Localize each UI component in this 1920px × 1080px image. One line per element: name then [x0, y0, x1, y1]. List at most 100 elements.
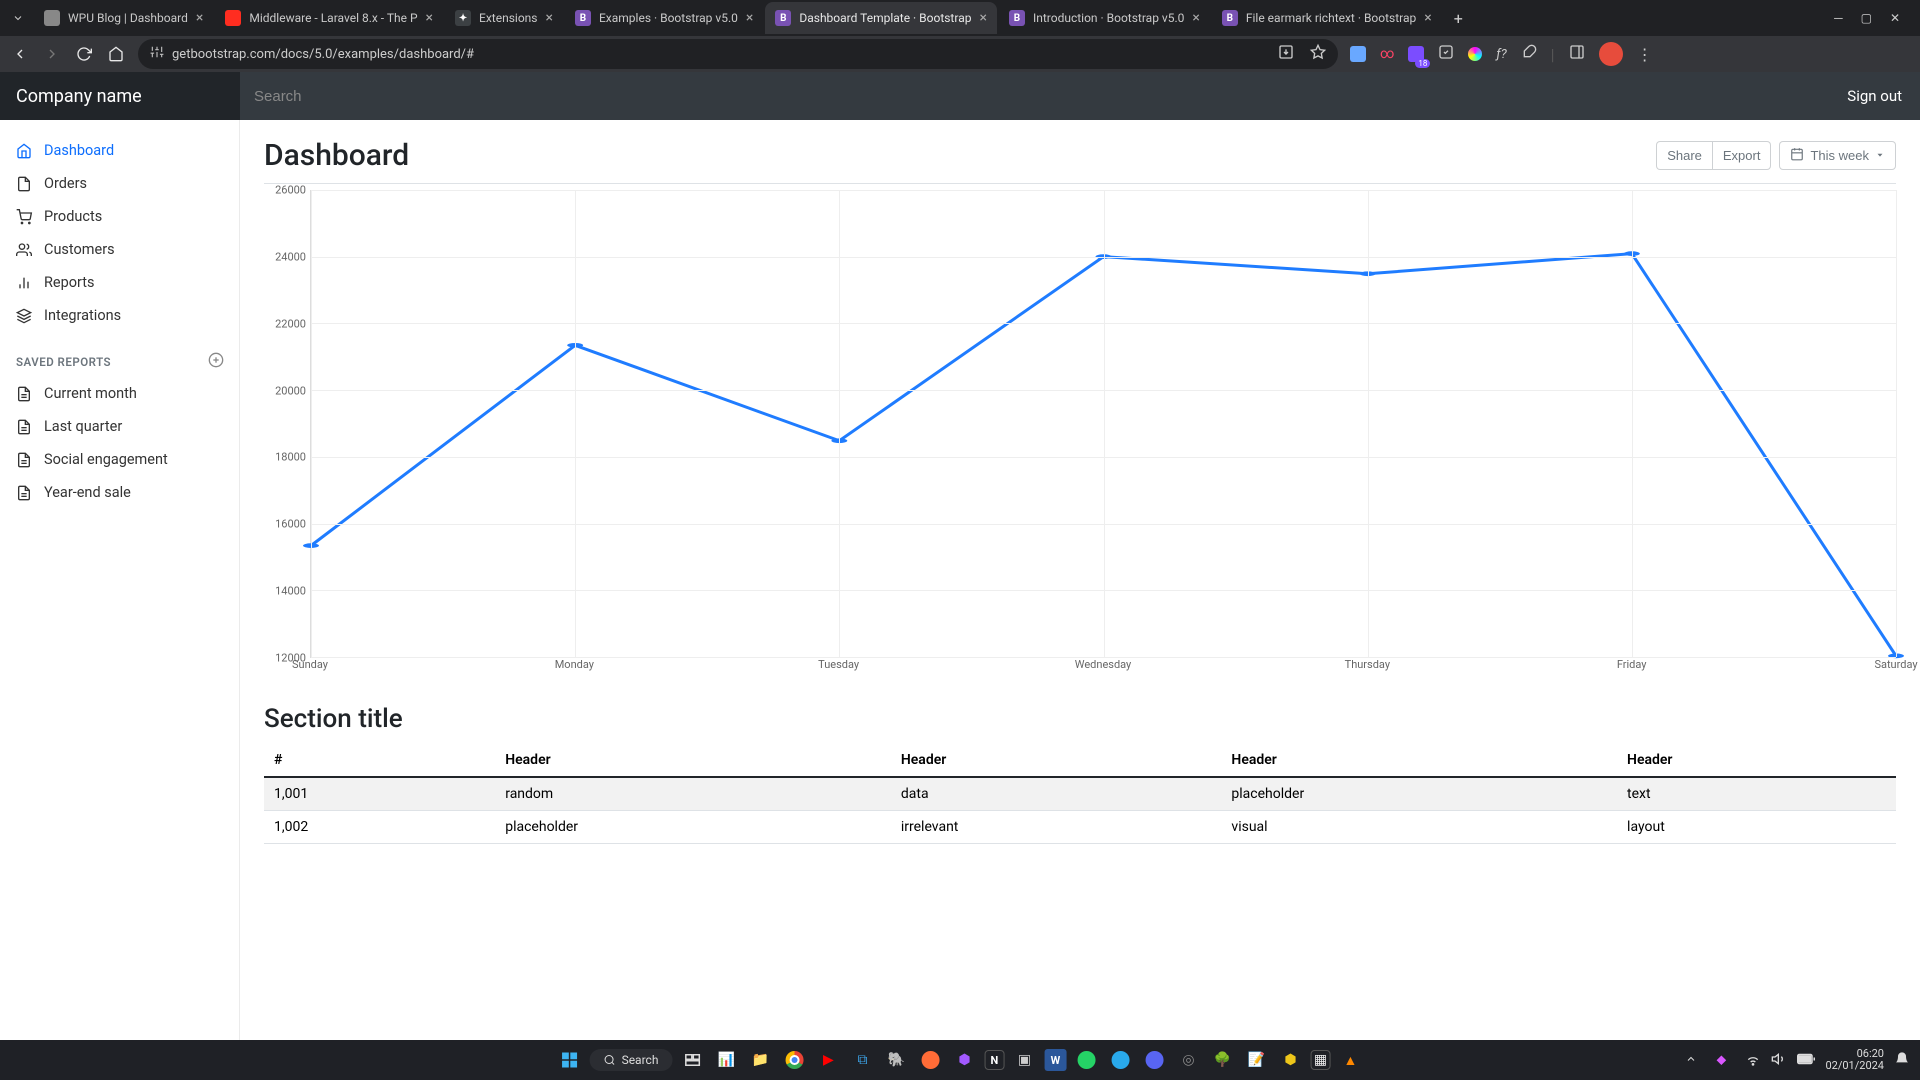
sidebar-item-reports[interactable]: Reports [0, 266, 240, 299]
table-header: Header [1617, 744, 1896, 777]
taskbar-app-icon[interactable]: 🌳 [1208, 1046, 1236, 1074]
profile-avatar[interactable] [1599, 42, 1623, 66]
back-button[interactable] [10, 44, 30, 64]
close-tab-icon[interactable]: × [1424, 10, 1431, 26]
sidebar-item-dashboard[interactable]: Dashboard [0, 134, 240, 167]
window-close[interactable]: ✕ [1890, 11, 1900, 25]
chrome-icon[interactable] [780, 1046, 808, 1074]
sidebar-item-integrations[interactable]: Integrations [0, 299, 240, 332]
close-tab-icon[interactable]: × [1192, 10, 1199, 26]
cart-icon [16, 209, 32, 225]
postman-icon[interactable] [916, 1046, 944, 1074]
section-title: Section title [264, 704, 1896, 734]
terminal-icon[interactable]: ▣ [1010, 1046, 1038, 1074]
export-button[interactable]: Export [1712, 141, 1772, 170]
close-tab-icon[interactable]: × [979, 10, 986, 26]
extension-icon[interactable]: ƒ? [1496, 47, 1506, 62]
home-button[interactable] [106, 44, 126, 64]
brand[interactable]: Company name [0, 86, 240, 107]
table-header: # [264, 744, 495, 777]
extensions-menu-icon[interactable] [1521, 44, 1537, 64]
vscode-icon[interactable]: ⧉ [848, 1046, 876, 1074]
share-button[interactable]: Share [1656, 141, 1712, 170]
table-header: Header [495, 744, 891, 777]
sidebar: Dashboard Orders ProductsCustomersReports I… [0, 120, 240, 1040]
taskbar-app-icon[interactable]: 🐘 [882, 1046, 910, 1074]
close-tab-icon[interactable]: × [426, 10, 433, 26]
extension-icon[interactable] [1468, 47, 1482, 61]
whatsapp-icon[interactable] [1072, 1046, 1100, 1074]
tray-app-icon[interactable]: ⬥ [1707, 1046, 1735, 1074]
sidebar-saved-report[interactable]: Current month [0, 377, 240, 410]
browser-tab[interactable]: ✦Extensions× [445, 2, 563, 34]
address-bar[interactable]: getbootstrap.com/docs/5.0/examples/dashb… [138, 39, 1338, 69]
table-row: 1,001randomdataplaceholdertext [264, 777, 1896, 811]
taskbar-app-icon[interactable]: 📊 [712, 1046, 740, 1074]
youtube-icon[interactable]: ▶ [814, 1046, 842, 1074]
file-icon [16, 176, 32, 192]
taskbar-app-icon[interactable]: ⬢ [1276, 1046, 1304, 1074]
battery-icon[interactable] [1797, 1053, 1815, 1068]
window-maximize[interactable]: ▢ [1861, 11, 1872, 25]
date-range-dropdown[interactable]: This week [1779, 141, 1896, 170]
notepad-icon[interactable]: 📝 [1242, 1046, 1270, 1074]
sidebar-item-label: Dashboard [44, 142, 114, 159]
browser-tab[interactable]: BIntroduction · Bootstrap v5.0× [999, 2, 1210, 34]
chevron-down-icon [1875, 148, 1885, 163]
wifi-icon[interactable] [1745, 1051, 1761, 1070]
chrome-menu-icon[interactable]: ⋮ [1637, 45, 1653, 64]
sidebar-item-products[interactable]: Products [0, 200, 240, 233]
signout-link[interactable]: Sign out [1829, 72, 1920, 120]
window-minimize[interactable]: ─ [1834, 11, 1843, 25]
sidebar-saved-report[interactable]: Social engagement [0, 443, 240, 476]
sidebar-saved-report[interactable]: Last quarter [0, 410, 240, 443]
taskbar-app-icon[interactable]: ▦ [1310, 1050, 1330, 1070]
add-report-icon[interactable] [208, 352, 224, 371]
users-icon [16, 242, 32, 258]
site-settings-icon[interactable] [150, 45, 164, 63]
table-header: Header [891, 744, 1222, 777]
discord-icon[interactable] [1140, 1046, 1168, 1074]
sidebar-item-orders[interactable]: Orders [0, 167, 240, 200]
sidebar-saved-report[interactable]: Year-end sale [0, 476, 240, 509]
telegram-icon[interactable] [1106, 1046, 1134, 1074]
sidebar-item-customers[interactable]: Customers [0, 233, 240, 266]
tabs-dropdown[interactable] [6, 6, 30, 30]
figma-icon[interactable]: ⬢ [950, 1046, 978, 1074]
vlc-icon[interactable]: ▲ [1336, 1046, 1364, 1074]
tray-chevron-icon[interactable] [1685, 1053, 1697, 1068]
reload-button[interactable] [74, 44, 94, 64]
notifications-icon[interactable] [1894, 1051, 1910, 1070]
taskbar-app-icon[interactable]: ◎ [1174, 1046, 1202, 1074]
bookmark-star-icon[interactable] [1310, 44, 1326, 64]
table-row: 1,002placeholderirrelevantvisuallayout [264, 811, 1896, 844]
sidebar-item-label: Integrations [44, 307, 121, 324]
search-input[interactable] [240, 88, 1829, 105]
side-panel-icon[interactable] [1569, 44, 1585, 64]
browser-tab[interactable]: BExamples · Bootstrap v5.0× [565, 2, 763, 34]
forward-button[interactable] [42, 44, 62, 64]
browser-tab[interactable]: WPU Blog | Dashboard× [34, 2, 213, 34]
explorer-icon[interactable]: 📁 [746, 1046, 774, 1074]
task-view-icon[interactable] [678, 1046, 706, 1074]
taskbar-search[interactable]: Search [590, 1049, 673, 1071]
extension-icon[interactable]: ∞ [1380, 46, 1394, 62]
close-tab-icon[interactable]: × [546, 10, 553, 26]
extension-icon[interactable] [1350, 46, 1366, 62]
browser-tab[interactable]: Middleware - Laravel 8.x - The P× [215, 2, 443, 34]
system-clock[interactable]: 06:20 02/01/2024 [1825, 1048, 1884, 1072]
notion-icon[interactable]: N [984, 1050, 1004, 1070]
word-icon[interactable]: W [1044, 1049, 1066, 1071]
extension-icon[interactable]: 18 [1408, 46, 1424, 62]
install-app-icon[interactable] [1278, 44, 1294, 64]
browser-tab[interactable]: BFile earmark richtext · Bootstrap× [1212, 2, 1442, 34]
new-tab-button[interactable]: + [1444, 9, 1473, 28]
close-tab-icon[interactable]: × [196, 10, 203, 26]
filetext-icon [16, 386, 32, 402]
extension-icon[interactable] [1438, 44, 1454, 64]
browser-tab[interactable]: BDashboard Template · Bootstrap× [765, 2, 997, 34]
start-button[interactable] [556, 1046, 584, 1074]
close-tab-icon[interactable]: × [746, 10, 753, 26]
volume-icon[interactable] [1771, 1051, 1787, 1070]
sidebar-item-label: Orders [44, 175, 87, 192]
